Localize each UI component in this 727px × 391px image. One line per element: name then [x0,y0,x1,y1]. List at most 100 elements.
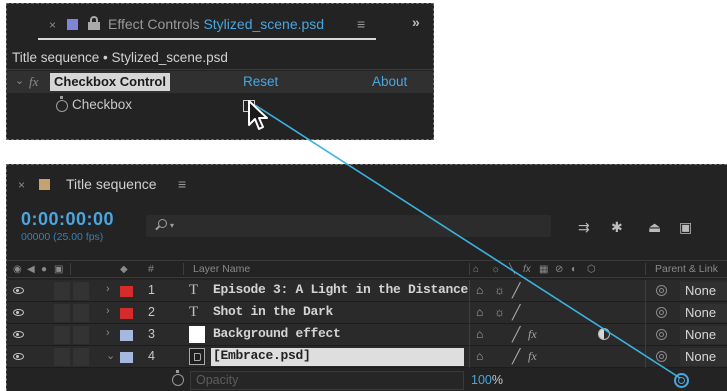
layer-row[interactable]: ⌄ 4 [Embrace.psd] ⌂ ╱ fx None [7,346,727,368]
draft-3d-icon[interactable]: ✱ [611,219,623,236]
label-color-swatch [39,179,50,190]
stopwatch-icon[interactable] [56,96,68,112]
opacity-unit: % [491,373,503,387]
lock-toggle[interactable] [54,304,70,322]
eye-icon[interactable] [13,331,24,338]
quality-switch-icon[interactable]: ╱ [512,304,520,321]
quality-icon[interactable]: ╲ [509,264,515,275]
fx-icon[interactable]: fx [29,74,38,90]
parent-select[interactable]: None [680,348,727,366]
label-color-swatch[interactable] [120,330,133,341]
3d-layer-icon[interactable]: ⬡ [587,264,596,275]
audio-toggle-icon[interactable]: ◀ [27,264,35,275]
opacity-value[interactable]: 100% [471,373,503,387]
frame-blending-icon[interactable]: ▣ [679,219,692,236]
shy-toggle[interactable] [73,326,89,344]
label-icon[interactable]: ◆ [120,264,128,275]
timeline-tab-title[interactable]: Title sequence [66,176,157,192]
fx-switch-icon[interactable]: fx [528,327,537,342]
lock-toggle[interactable] [54,348,70,366]
layer-row[interactable]: › 1 T Episode 3: A Light in the Distance… [7,280,727,302]
shy-layers-icon[interactable]: ⏏ [648,219,661,236]
current-timecode[interactable]: 0:00:00:00 [21,209,114,230]
collapse-switch-icon[interactable]: ☼ [494,283,505,297]
shy-switch-icon[interactable]: ⌂ [476,349,483,363]
effect-controls-tab[interactable]: Effect Controls Stylized_scene.psd [108,16,324,32]
shy-switch-icon[interactable]: ⌂ [476,283,483,297]
motion-blur-icon[interactable]: ⊘ [555,264,563,275]
layer-name-cell[interactable]: Background effect [211,326,464,344]
chevron-right-icon[interactable]: › [106,327,110,339]
collapse-switch-icon[interactable]: ☼ [494,305,505,319]
eye-icon[interactable] [13,287,24,294]
lock-icon[interactable]: ▣ [54,264,63,275]
opacity-number[interactable]: 100 [471,373,492,387]
layer-number: 2 [148,305,155,319]
layer-name-cell[interactable]: [Embrace.psd] [211,348,464,366]
shy-toggle[interactable] [73,304,89,322]
chevron-down-icon[interactable]: ⌄ [15,74,24,87]
parent-select[interactable]: None [680,282,727,300]
parent-select[interactable]: None [680,326,727,344]
shy-switch-icon[interactable]: ⌂ [476,327,483,341]
quality-switch-icon[interactable]: ╱ [512,326,520,343]
lock-icon[interactable] [88,16,100,30]
layer-name-column-label[interactable]: Layer Name [193,263,250,275]
label-color-swatch[interactable] [120,308,133,319]
close-icon[interactable]: × [49,18,56,32]
reset-link[interactable]: Reset [243,74,278,89]
effect-name[interactable]: Checkbox Control [50,73,170,91]
close-icon[interactable]: × [18,178,25,192]
shy-switch-icon[interactable]: ⌂ [476,305,483,319]
about-link[interactable]: About [372,74,407,89]
label-color-swatch[interactable] [120,352,133,363]
parent-cell: None [645,346,727,368]
property-pickwhip-icon[interactable] [674,373,689,388]
stopwatch-icon[interactable] [172,370,184,386]
shy-toggle[interactable] [73,348,89,366]
overflow-icon[interactable]: » [412,14,420,30]
solo-icon[interactable]: ● [41,264,47,275]
pickwhip-icon[interactable] [656,307,667,318]
search-input[interactable]: ▾ [146,215,551,237]
layer-name-cell[interactable]: Episode 3: A Light in the Distance [211,282,468,300]
active-tab-indicator [38,38,376,40]
chevron-right-icon[interactable]: › [106,283,110,295]
comp-mini-flowchart-icon[interactable]: ⇉ [578,219,590,236]
shy-toggle[interactable] [73,282,89,300]
frame-blend-icon[interactable]: ▦ [539,264,548,275]
lock-toggle[interactable] [54,282,70,300]
quality-switch-icon[interactable]: ╱ [512,282,520,299]
switches: ⌂ ☼ ╱ [469,280,645,302]
chevron-right-icon[interactable]: › [106,305,110,317]
eye-icon[interactable] [13,309,24,316]
opacity-label: Opacity [190,371,464,390]
quality-switch-icon[interactable]: ╱ [512,348,520,365]
layer-name-cell[interactable]: Shot in the Dark [211,304,464,322]
switches: ⌂ ☼ ╱ [469,302,645,324]
pickwhip-icon[interactable] [656,351,667,362]
adjustment-layer-icon[interactable] [598,328,610,340]
collapse-icon[interactable]: ☼ [491,264,500,275]
fx-icon[interactable]: fx [523,264,531,275]
adjustment-layer-icon[interactable]: ◐ [571,264,577,275]
pickwhip-icon[interactable] [656,329,667,340]
shy-icon[interactable]: ⌂ [473,264,479,275]
pickwhip-icon[interactable] [656,285,667,296]
fx-switch-icon[interactable]: fx [528,349,537,364]
layer-row[interactable]: › 2 T Shot in the Dark ⌂ ☼ ╱ None [7,302,727,324]
hash-column-label: # [148,263,154,275]
video-toggle-icon[interactable]: ◉ [13,264,22,275]
panel-menu-icon[interactable]: ≡ [178,176,186,192]
parent-select[interactable]: None [680,304,727,322]
switches: ⌂ ╱ fx [469,324,645,346]
label-color-swatch [67,19,78,30]
effect-row: ⌄ fx Checkbox Control Reset About [7,71,433,93]
lock-toggle[interactable] [54,326,70,344]
layer-row[interactable]: › 3 Background effect ⌂ ╱ fx None [7,324,727,346]
eye-icon[interactable] [13,353,24,360]
search-icon [158,219,167,228]
chevron-down-icon[interactable]: ⌄ [106,349,115,362]
panel-menu-icon[interactable]: ≡ [357,16,365,32]
label-color-swatch[interactable] [120,286,133,297]
